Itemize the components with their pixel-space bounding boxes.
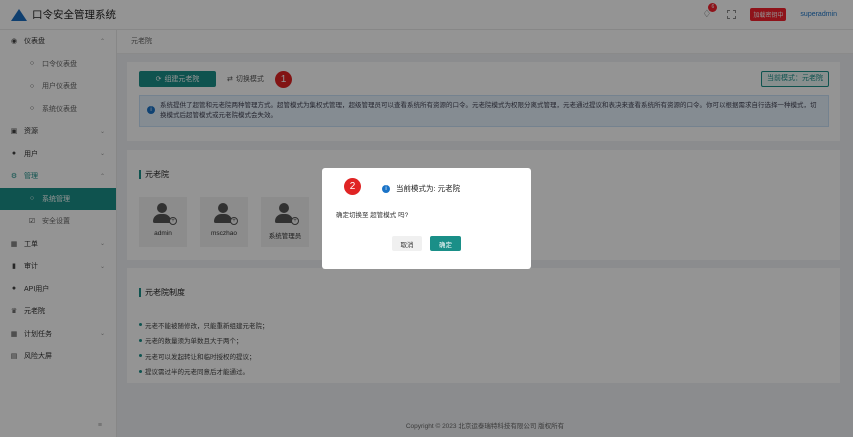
confirm-dialog: 2 i 当前模式为: 元老院 确定切换至 超管模式 吗? 取消 确定 xyxy=(322,168,531,269)
info-icon: i xyxy=(382,184,390,193)
dialog-title: i 当前模式为: 元老院 xyxy=(382,183,460,194)
dialog-body: 确定切换至 超管模式 吗? xyxy=(336,212,409,219)
cancel-button[interactable]: 取消 xyxy=(392,236,422,251)
dialog-title-text: 当前模式为: 元老院 xyxy=(396,184,461,193)
step-2-marker: 2 xyxy=(344,178,361,195)
confirm-button[interactable]: 确定 xyxy=(430,236,461,251)
